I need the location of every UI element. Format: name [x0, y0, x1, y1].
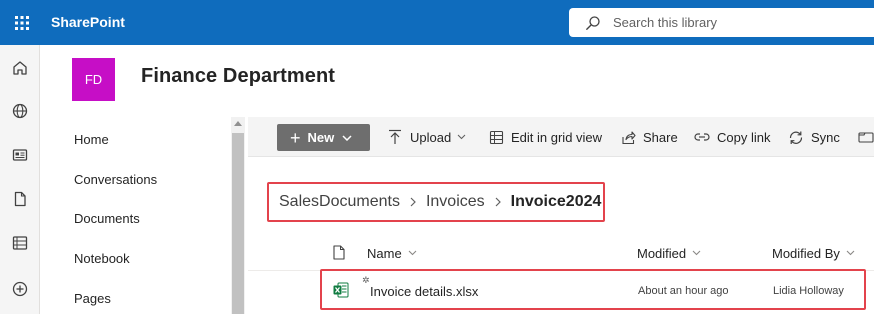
column-modified-label: Modified: [637, 245, 687, 261]
news-icon[interactable]: [8, 143, 32, 167]
file-type-icon[interactable]: [333, 245, 345, 260]
column-header-modified[interactable]: Modified: [637, 235, 701, 271]
chevron-down-icon: [457, 134, 466, 140]
nav-item-home[interactable]: Home: [74, 132, 109, 147]
nav-item-pages[interactable]: Pages: [74, 291, 111, 306]
chevron-down-icon: [692, 250, 701, 256]
upload-label: Upload: [410, 129, 452, 145]
column-name-label: Name: [367, 245, 402, 261]
chevron-down-icon: [342, 134, 352, 141]
sync-button[interactable]: Sync: [788, 117, 840, 157]
new-button-label: New: [307, 130, 335, 145]
waffle-icon: [15, 15, 29, 30]
breadcrumb: SalesDocuments Invoices Invoice2024: [267, 182, 605, 222]
command-bar: + New Upload Edit in grid view Share Cop…: [248, 117, 874, 157]
list-icon[interactable]: [8, 231, 32, 255]
nav-item-notebook[interactable]: Notebook: [74, 251, 130, 266]
app-launcher-button[interactable]: [0, 0, 44, 45]
search-box[interactable]: Search this library: [569, 8, 874, 37]
globe-icon[interactable]: [8, 99, 32, 123]
edit-grid-view-label: Edit in grid view: [511, 129, 603, 145]
edit-grid-view-button[interactable]: Edit in grid view: [488, 117, 602, 157]
scrollbar-thumb[interactable]: [232, 133, 244, 314]
breadcrumb-item-invoices[interactable]: Invoices: [426, 193, 485, 211]
column-modified-by-label: Modified By: [772, 245, 840, 261]
breadcrumb-current: Invoice2024: [510, 193, 602, 210]
create-icon[interactable]: [8, 277, 32, 301]
suite-bar: SharePoint Search this library: [0, 0, 874, 45]
sync-label: Sync: [811, 129, 840, 145]
upload-icon: [387, 129, 403, 145]
share-label: Share: [643, 129, 678, 145]
search-placeholder: Search this library: [613, 15, 718, 30]
chevron-right-icon: [495, 197, 501, 207]
recently-added-icon: ✲: [362, 275, 370, 285]
copy-link-label: Copy link: [717, 129, 771, 145]
share-icon: [620, 129, 636, 145]
search-icon: [585, 14, 603, 32]
file-modified-by[interactable]: Lidia Holloway: [773, 285, 844, 297]
home-icon[interactable]: [8, 56, 32, 80]
chevron-down-icon: [408, 250, 417, 256]
share-button[interactable]: Share: [620, 117, 678, 157]
nav-item-conversations[interactable]: Conversations: [74, 172, 157, 187]
excel-file-icon: [333, 282, 349, 298]
more-commands-button[interactable]: [858, 117, 874, 157]
app-rail: [0, 45, 40, 314]
table-header: Name Modified Modified By: [248, 235, 874, 271]
document-library: + New Upload Edit in grid view Share Cop…: [248, 117, 874, 314]
grid-icon: [488, 129, 504, 145]
nav-scrollbar[interactable]: [231, 117, 245, 314]
copy-link-button[interactable]: Copy link: [694, 117, 770, 157]
app-brand-link[interactable]: SharePoint: [51, 0, 125, 45]
site-title[interactable]: Finance Department: [141, 65, 335, 88]
table-row[interactable]: ✲ Invoice details.xlsx About an hour ago…: [320, 269, 866, 310]
plus-icon: +: [290, 127, 301, 148]
file-name-link[interactable]: Invoice details.xlsx: [370, 284, 478, 299]
column-header-name[interactable]: Name: [367, 235, 417, 271]
site-logo[interactable]: FD: [72, 58, 115, 101]
column-header-modified-by[interactable]: Modified By: [772, 235, 855, 271]
nav-item-documents[interactable]: Documents: [74, 211, 140, 226]
scroll-up-arrow-icon[interactable]: [234, 121, 242, 126]
left-navigation: Home Conversations Documents Notebook Pa…: [40, 117, 248, 314]
chevron-right-icon: [410, 197, 416, 207]
chevron-down-icon: [846, 250, 855, 256]
breadcrumb-item-salesdocuments[interactable]: SalesDocuments: [279, 193, 400, 211]
add-shortcut-icon: [858, 129, 874, 145]
link-icon: [694, 129, 710, 145]
file-modified: About an hour ago: [638, 285, 729, 297]
upload-button[interactable]: Upload: [387, 117, 466, 157]
sync-icon: [788, 129, 804, 145]
new-button[interactable]: + New: [277, 124, 370, 151]
document-icon[interactable]: [8, 187, 32, 211]
